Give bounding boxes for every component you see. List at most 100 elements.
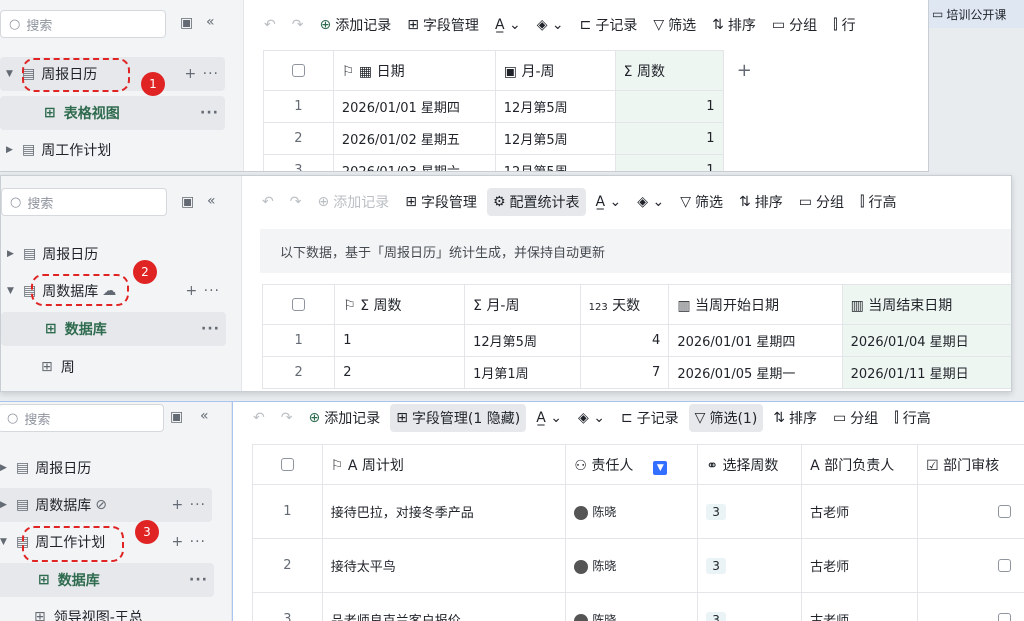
approve-checkbox[interactable] xyxy=(998,505,1011,518)
grid-icon: ⊞ xyxy=(45,321,57,337)
select-all-checkbox[interactable] xyxy=(252,444,323,485)
column-header[interactable]: ⚐ A 周计划 xyxy=(321,444,567,485)
search-input[interactable]: ○ 搜索 xyxy=(0,10,166,38)
sub-record-button[interactable]: ⊏ 子记录 xyxy=(574,11,644,39)
text-field-icon: A xyxy=(347,457,358,474)
sidebar-item-database[interactable]: ⊞ 数据库 ··· xyxy=(1,312,226,346)
select-all-checkbox[interactable] xyxy=(263,50,334,91)
column-header[interactable]: Σ 周数 xyxy=(614,50,724,91)
table-row[interactable]: 1 接待巴拉，对接冬季产品 陈晓 3 古老师 xyxy=(252,484,1024,539)
table-row[interactable]: 3品老师良克兰客户报价 陈晓 3 古老师 xyxy=(252,592,1024,621)
filter-icon[interactable]: ▼ xyxy=(653,460,668,475)
add-more-icon[interactable]: + ··· xyxy=(184,66,219,82)
sidebar-item-weekly-calendar[interactable]: ▶ ▤ 周报日历 xyxy=(0,451,212,485)
collapse-box-icon[interactable]: ▣ xyxy=(181,194,194,210)
field-manage-button[interactable]: ⊞ 字段管理 xyxy=(401,11,485,39)
column-header[interactable]: ▣ 月-周 xyxy=(494,50,616,91)
column-header[interactable]: ⚭ 选择周数 xyxy=(697,444,803,485)
sort-button[interactable]: ⇅ 排序 xyxy=(767,404,823,432)
search-icon: ○ xyxy=(9,16,21,32)
select-all-checkbox[interactable] xyxy=(261,284,336,325)
search-input[interactable]: ○ 搜索 xyxy=(1,188,167,216)
add-record-button[interactable]: ⊕ 添加记录 xyxy=(302,404,386,432)
data-table: ⚐ A 周计划 ⚇ 责任人 ▼ ⚭ 选择周数 A 部门负责人 ☑ 部门审核 1 接待… xyxy=(252,444,1024,621)
sort-button[interactable]: ⇅ 排序 xyxy=(706,11,762,39)
sidebar-item-weekly-calendar[interactable]: ▶ ▤ 周报日历 xyxy=(1,237,226,271)
sidebar-item-week[interactable]: ⊞ 周 xyxy=(1,350,226,384)
fill-color-button[interactable]: ◈ ⌄ xyxy=(631,190,670,214)
row-height-button[interactable]: ⫿ 行高 xyxy=(854,188,902,216)
table-row[interactable]: 2 2 1月第1周 7 2026/01/05 星期一 2026/01/11 星期日 xyxy=(261,356,1011,389)
sidebar-item-leader-view[interactable]: ⊞ 领导视图-王总 xyxy=(0,600,212,621)
avatar xyxy=(574,559,589,574)
approve-checkbox[interactable] xyxy=(998,613,1011,621)
font-color-button[interactable]: A̲ ⌄ xyxy=(489,13,527,37)
table-row[interactable]: 1 1 12月第5周 4 2026/01/01 星期四 2026/01/04 星期日 xyxy=(261,324,1011,357)
sub-record-button[interactable]: ⊏ 子记录 xyxy=(615,404,685,432)
group-button[interactable]: ▭ 分组 xyxy=(766,11,823,39)
sort-button[interactable]: ⇅ 排序 xyxy=(733,188,789,216)
column-header[interactable]: A 部门负责人 xyxy=(801,444,919,485)
add-more-icon[interactable]: + ··· xyxy=(171,534,206,550)
gear-icon: ⚙ xyxy=(492,194,506,210)
add-more-icon[interactable]: + ··· xyxy=(171,497,206,513)
column-header[interactable]: Σ 月-周 xyxy=(464,284,581,325)
undo-icon[interactable]: ↶ xyxy=(258,13,282,37)
column-header[interactable]: ⚐ Σ 周数 xyxy=(334,284,466,325)
screenshot-panel-3: ○ 搜索 ▣ « ▶ ▤ 周报日历 ▶ ▤ 周数据库 ⊘ + ··· ▼ ▤ 周工作计划… xyxy=(0,401,1024,621)
undo-icon[interactable]: ↶ xyxy=(256,190,280,214)
more-icon[interactable]: ··· xyxy=(201,321,220,337)
collapse-sidebar-icon[interactable]: « xyxy=(206,14,215,30)
font-color-button[interactable]: A̲ ⌄ xyxy=(530,406,568,430)
expand-arrow-icon: ▼ xyxy=(6,69,13,79)
add-more-icon[interactable]: + ··· xyxy=(185,283,220,299)
more-icon[interactable]: ··· xyxy=(189,572,208,588)
font-color-button[interactable]: A̲ ⌄ xyxy=(590,190,628,214)
add-column-button[interactable]: + xyxy=(722,50,765,91)
group-button[interactable]: ▭ 分组 xyxy=(827,404,884,432)
column-header[interactable]: ▥ 当周开始日期 xyxy=(668,284,843,325)
column-header[interactable]: ☑ 部门审核 xyxy=(917,444,1024,485)
collapse-sidebar-icon[interactable]: « xyxy=(200,408,209,424)
redo-icon[interactable]: ↷ xyxy=(286,13,310,37)
table-row[interactable]: 1 2026/01/01 星期四 12月第5周 1 xyxy=(263,90,766,123)
data-table: ⚐ ▦ 日期 ▣ 月-周 Σ 周数 + 1 2026/01/01 星期四 12月第5… xyxy=(263,50,766,171)
group-button[interactable]: ▭ 分组 xyxy=(793,188,850,216)
toolbar: ↶ ↷ ⊕ 添加记录 ⊞ 字段管理 ⚙ 配置统计表 A̲ ⌄ ◈ ⌄ ▽ 筛选 ⇅ 排序 … xyxy=(242,180,1011,224)
column-header[interactable]: ▥ 当周结束日期 xyxy=(841,284,1011,325)
field-manage-button[interactable]: ⊞ 字段管理 xyxy=(399,188,483,216)
training-course-link[interactable]: 培训公开课 xyxy=(946,6,1006,23)
config-stats-button[interactable]: ⚙ 配置统计表 xyxy=(486,188,586,216)
row-height-button[interactable]: ⫿ 行 xyxy=(827,11,861,39)
add-record-button[interactable]: ⊕ 添加记录 xyxy=(313,11,397,39)
collapse-box-icon[interactable]: ▣ xyxy=(180,15,193,31)
row-height-button[interactable]: ⫿ 行高 xyxy=(888,404,936,432)
column-header[interactable]: ⚇ 责任人 ▼ xyxy=(565,444,699,485)
table-row[interactable]: 2 2026/01/02 星期五 12月第5周 1 xyxy=(263,122,766,155)
sidebar-item-table-view[interactable]: ⊞ 表格视图 ··· xyxy=(0,96,225,130)
more-icon[interactable]: ··· xyxy=(200,105,219,121)
add-record-button[interactable]: ⊕ 添加记录 xyxy=(311,188,395,216)
sidebar-item-database[interactable]: ⊞ 数据库 ··· xyxy=(0,563,214,597)
filter-button[interactable]: ▽ 筛选(1) xyxy=(688,404,764,432)
sidebar-item-weekly-database[interactable]: ▶ ▤ 周数据库 ⊘ + ··· xyxy=(0,488,212,522)
field-manage-button[interactable]: ⊞ 字段管理(1 隐藏) xyxy=(390,404,527,432)
approve-checkbox[interactable] xyxy=(998,559,1011,572)
undo-icon[interactable]: ↶ xyxy=(247,406,271,430)
filter-button[interactable]: ▽ 筛选 xyxy=(647,11,702,39)
redo-icon[interactable]: ↷ xyxy=(284,190,308,214)
search-input[interactable]: ○ 搜索 xyxy=(0,404,164,432)
table-row[interactable]: 2 接待太平鸟 陈晓 3 古老师 xyxy=(252,538,1024,593)
fill-color-button[interactable]: ◈ ⌄ xyxy=(531,13,570,37)
column-header[interactable]: 123 天数 xyxy=(579,284,670,325)
fill-color-button[interactable]: ◈ ⌄ xyxy=(572,406,611,430)
collapse-sidebar-icon[interactable]: « xyxy=(207,193,216,209)
filter-button[interactable]: ▽ 筛选 xyxy=(674,188,729,216)
sidebar-item-weekly-plan[interactable]: ▶ ▤ 周工作计划 xyxy=(0,133,225,167)
sum-icon: Σ xyxy=(360,297,370,314)
collapse-box-icon[interactable]: ▣ xyxy=(170,409,183,425)
table-row[interactable]: 32026/01/03 星期六12月第5周1 xyxy=(263,154,766,171)
column-header[interactable]: ⚐ ▦ 日期 xyxy=(332,50,496,91)
redo-icon[interactable]: ↷ xyxy=(275,406,299,430)
expand-arrow-icon: ▶ xyxy=(0,500,7,510)
